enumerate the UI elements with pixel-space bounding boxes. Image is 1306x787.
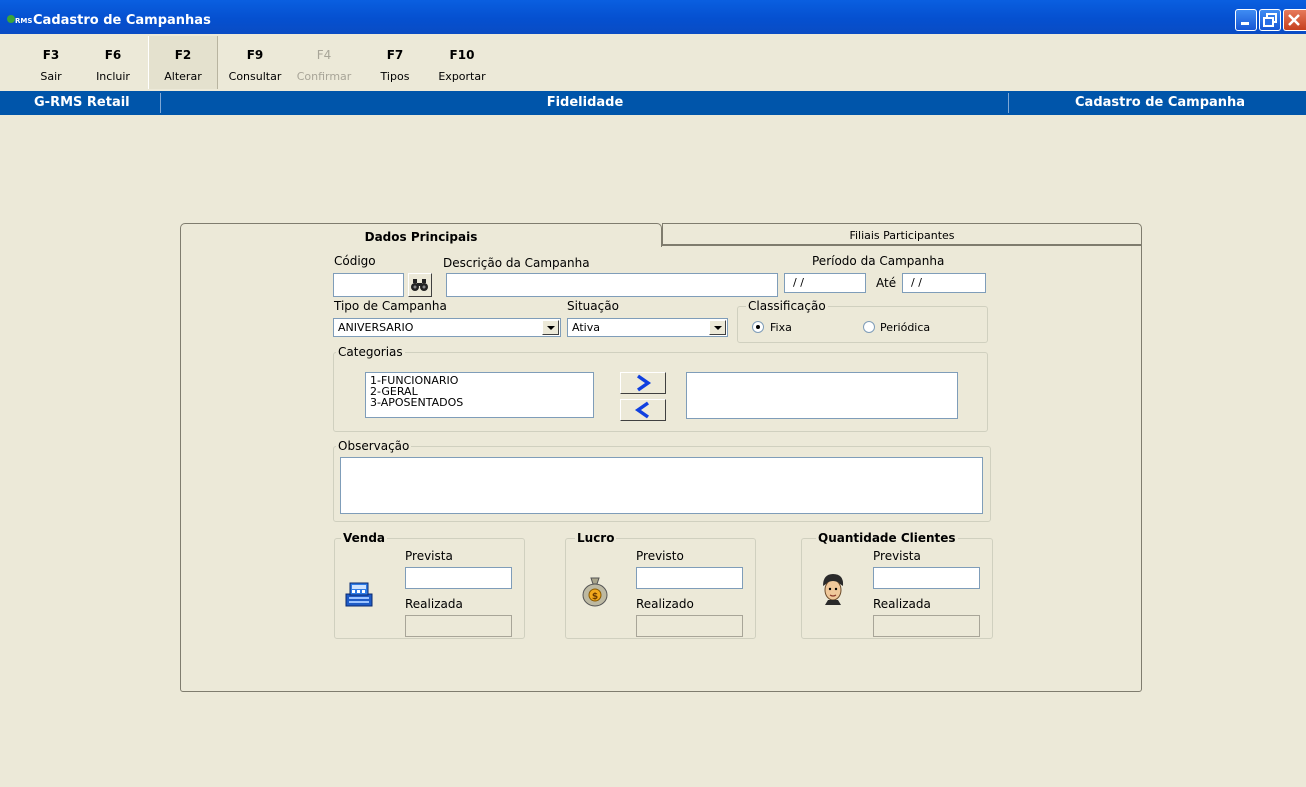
restore-button[interactable]	[1259, 9, 1281, 31]
lucro-realizado-input	[636, 615, 743, 637]
cash-register-icon	[344, 578, 374, 611]
venda-realizada-label: Realizada	[405, 597, 463, 611]
lucro-previsto-label: Previsto	[636, 549, 684, 563]
observacao-textarea[interactable]	[340, 457, 983, 514]
svg-text:RMS: RMS	[15, 17, 32, 25]
lucro-realizado-label: Realizado	[636, 597, 694, 611]
toolbar-tipos-button[interactable]: F7 Tipos	[374, 34, 416, 89]
toolbar-exportar-button[interactable]: F10 Exportar	[432, 34, 492, 89]
toolbar-confirmar-button[interactable]: F4 Confirmar	[288, 34, 360, 89]
close-button[interactable]	[1283, 9, 1306, 31]
toolbar-sair-button[interactable]: F3 Sair	[34, 34, 68, 89]
minimize-button[interactable]	[1235, 9, 1257, 31]
add-category-button[interactable]	[620, 372, 666, 394]
tab-dados-principais-label: Dados Principais	[364, 230, 478, 244]
categorias-selecionadas-list[interactable]	[686, 372, 958, 419]
periodo-ate-label: Até	[876, 276, 897, 290]
minimize-icon	[1241, 22, 1249, 25]
toolbar-alterar-button[interactable]: F2 Alterar	[148, 36, 218, 89]
clientes-realizada-input	[873, 615, 980, 637]
close-icon	[1288, 14, 1300, 26]
periodo-fim-input[interactable]: / /	[902, 273, 986, 293]
tipo-campanha-label: Tipo de Campanha	[334, 299, 447, 313]
periodo-label: Período da Campanha	[812, 254, 945, 268]
descricao-label: Descrição da Campanha	[443, 256, 590, 270]
window-title: Cadastro de Campanhas	[33, 13, 211, 28]
classificacao-fixa-radio[interactable]	[752, 321, 764, 333]
venda-prevista-input[interactable]	[405, 567, 512, 589]
module-name: Fidelidade	[546, 95, 624, 110]
codigo-input[interactable]	[333, 273, 404, 297]
remove-category-button[interactable]	[620, 399, 666, 421]
chevron-right-icon	[636, 374, 652, 392]
lucro-previsto-input[interactable]	[636, 567, 743, 589]
customer-face-icon	[818, 572, 848, 609]
venda-realizada-input	[405, 615, 512, 637]
svg-text:$: $	[592, 592, 598, 602]
venda-prevista-label: Prevista	[405, 549, 453, 563]
classificacao-fixa-label: Fixa	[770, 321, 792, 334]
clientes-realizada-label: Realizada	[873, 597, 931, 611]
chevron-down-icon[interactable]	[709, 320, 726, 335]
codigo-label: Código	[334, 254, 376, 268]
tab-filiais-participantes-label: Filiais Participantes	[849, 229, 955, 242]
chevron-left-icon	[634, 401, 650, 419]
binoculars-icon	[411, 279, 428, 291]
chevron-down-icon[interactable]	[542, 320, 559, 335]
money-bag-icon: $	[580, 574, 610, 611]
classificacao-periodica-radio[interactable]	[863, 321, 875, 333]
toolbar-consultar-button[interactable]: F9 Consultar	[222, 34, 288, 89]
descricao-input[interactable]	[446, 273, 778, 297]
screen-name: Cadastro de Campanha	[1075, 95, 1246, 110]
module-header-bar: G-RMS Retail Fidelidade Cadastro de Camp…	[0, 91, 1306, 115]
restore-icon	[1263, 13, 1277, 27]
list-item[interactable]: 3-APOSENTADOS	[370, 397, 463, 409]
situacao-label: Situação	[567, 299, 619, 313]
app-logo-icon: RMS	[6, 12, 32, 26]
clientes-prevista-label: Prevista	[873, 549, 921, 563]
search-button[interactable]	[408, 273, 432, 297]
categorias-disponiveis-list[interactable]: 1-FUNCIONARIO 2-GERAL 3-APOSENTADOS	[365, 372, 594, 418]
toolbar-incluir-button[interactable]: F6 Incluir	[91, 34, 135, 89]
periodo-inicio-input[interactable]: / /	[784, 273, 866, 293]
tipo-campanha-select[interactable]: ANIVERSARIO	[333, 318, 561, 337]
clientes-prevista-input[interactable]	[873, 567, 980, 589]
classificacao-periodica-label: Periódica	[880, 321, 931, 334]
situacao-select[interactable]: Ativa	[567, 318, 728, 337]
